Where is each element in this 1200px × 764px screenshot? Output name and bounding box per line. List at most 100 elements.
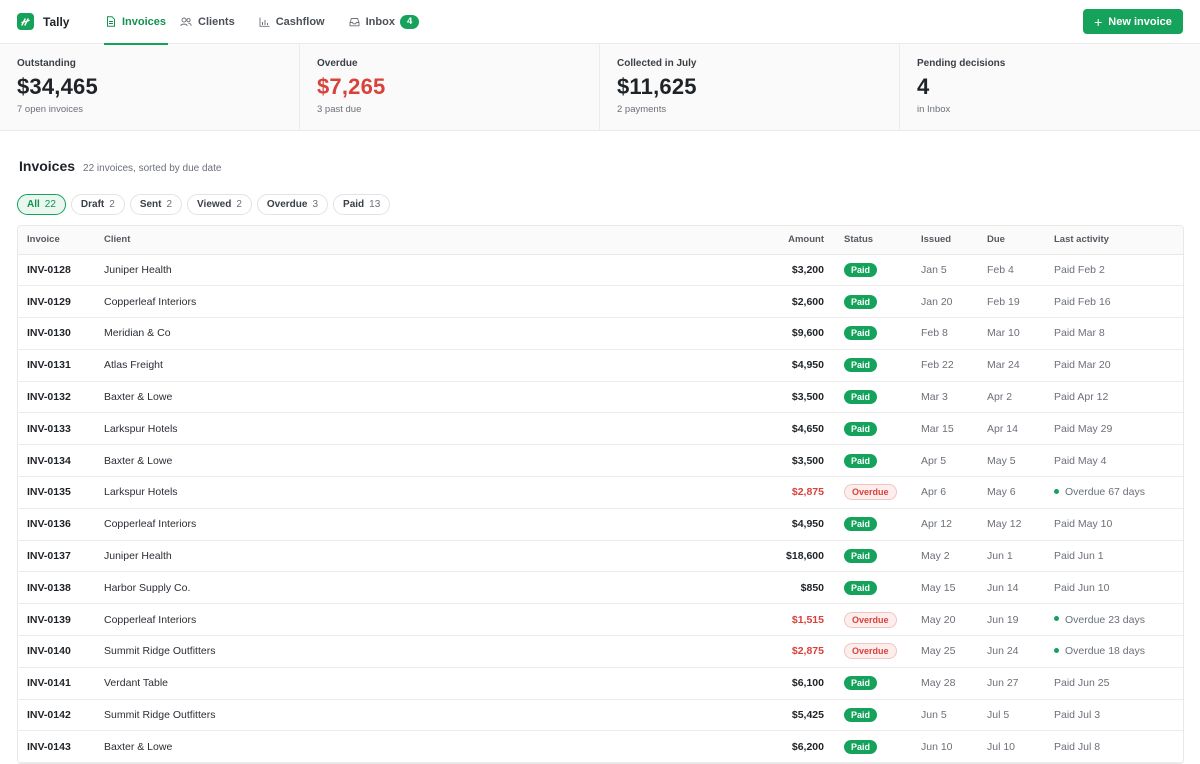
client-name: Summit Ridge Outfitters xyxy=(104,635,704,668)
nav-tab-inbox[interactable]: Inbox 4 xyxy=(347,0,422,44)
invoice-number[interactable]: INV-0141 xyxy=(18,667,104,700)
table-row[interactable]: INV-0133 Larkspur Hotels $4,650 Paid Mar 15 A… xyxy=(18,412,1183,446)
last-activity: Paid Jul 8 xyxy=(1054,740,1101,753)
chip-count: 2 xyxy=(109,199,115,210)
invoice-number[interactable]: INV-0143 xyxy=(18,730,104,764)
table-row[interactable]: INV-0131 Atlas Freight $4,950 Paid Feb 22 Mar… xyxy=(18,349,1183,382)
last-activity: Paid Jun 10 xyxy=(1054,581,1110,594)
stat-subtext: 7 open invoices xyxy=(17,104,84,115)
status-badge: Paid xyxy=(844,421,878,436)
table-row[interactable]: INV-0135 Larkspur Hotels $2,875 Overdue Apr … xyxy=(18,476,1183,509)
last-activity: Paid Jul 3 xyxy=(1054,709,1101,722)
nav-tab-clients[interactable]: Clients xyxy=(178,0,237,44)
status-badge: Paid xyxy=(844,580,878,595)
invoice-number[interactable]: INV-0132 xyxy=(18,381,104,414)
activity-dot-icon xyxy=(1054,648,1059,654)
chip-count: 2 xyxy=(166,199,173,210)
status-badge: Overdue xyxy=(844,611,897,628)
column-header-status[interactable]: Status xyxy=(844,226,921,255)
last-activity-cell: Paid Jul 3 xyxy=(1054,699,1183,732)
invoice-number[interactable]: INV-0140 xyxy=(18,635,104,668)
table-row[interactable]: INV-0132 Baxter & Lowe $3,500 Paid Mar 3 Apr … xyxy=(18,381,1183,414)
table-row[interactable]: INV-0130 Meridian & Co $9,600 Paid Feb 8 Mar … xyxy=(18,317,1183,350)
due-date: Mar 24 xyxy=(987,349,1054,382)
invoice-number[interactable]: INV-0136 xyxy=(18,508,104,541)
column-header-invoice[interactable]: Invoice xyxy=(18,226,104,255)
invoice-number[interactable]: INV-0129 xyxy=(18,285,104,319)
nav-tab-invoices[interactable]: Invoices xyxy=(104,0,169,45)
issued-date: May 2 xyxy=(921,540,987,573)
invoice-amount: $850 xyxy=(704,571,844,605)
last-activity: Paid Mar 8 xyxy=(1054,327,1105,340)
last-activity-cell: Paid Jul 8 xyxy=(1054,730,1183,764)
last-activity-cell: Paid Mar 8 xyxy=(1054,317,1183,350)
status-cell: Overdue xyxy=(844,635,921,668)
brand[interactable]: Tally xyxy=(17,13,103,30)
table-row[interactable]: INV-0128 Juniper Health $3,200 Paid Jan 5 Feb… xyxy=(18,254,1183,287)
issued-date: Apr 12 xyxy=(921,508,987,541)
app-name: Tally xyxy=(43,14,70,29)
invoice-number[interactable]: INV-0133 xyxy=(18,412,104,446)
table-row[interactable]: INV-0134 Baxter & Lowe $3,500 Paid Apr 5 May … xyxy=(18,444,1183,478)
invoice-number[interactable]: INV-0138 xyxy=(18,571,104,605)
filter-chip-sent[interactable]: Sent 2 xyxy=(129,194,183,215)
activity-dot-icon xyxy=(1054,489,1059,495)
last-activity-cell: Overdue 18 days xyxy=(1054,635,1183,668)
stat-collected: Collected in July $11,625 2 payments xyxy=(600,44,900,130)
table-row[interactable]: INV-0137 Juniper Health $18,600 Paid May 2 Ju… xyxy=(18,540,1183,573)
table-row[interactable]: INV-0139 Copperleaf Interiors $1,515 Overdu… xyxy=(18,603,1183,637)
last-activity-cell: Paid Jun 10 xyxy=(1054,571,1183,605)
client-name: Juniper Health xyxy=(104,254,704,287)
invoice-number[interactable]: INV-0134 xyxy=(18,444,104,478)
column-header-client[interactable]: Client xyxy=(104,226,704,255)
new-invoice-button[interactable]: + New invoice xyxy=(1083,9,1183,34)
column-header-due[interactable]: Due xyxy=(987,226,1054,255)
status-badge: Paid xyxy=(844,708,878,723)
table-row[interactable]: INV-0129 Copperleaf Interiors $2,600 Paid Ja… xyxy=(18,285,1183,319)
stat-subtext: 2 payments xyxy=(617,104,667,115)
due-date: Jun 14 xyxy=(987,571,1054,605)
filter-chip-viewed[interactable]: Viewed 2 xyxy=(187,194,252,215)
nav-label: Invoices xyxy=(122,15,167,28)
invoice-amount: $6,200 xyxy=(704,730,844,764)
issued-date: May 15 xyxy=(921,571,987,605)
due-date: May 5 xyxy=(987,444,1054,478)
status-badge: Paid xyxy=(844,676,878,691)
chip-label: Overdue xyxy=(266,199,308,210)
table-row[interactable]: INV-0138 Harbor Supply Co. $850 Paid May 15 J… xyxy=(18,571,1183,605)
invoice-number[interactable]: INV-0137 xyxy=(18,540,104,573)
status-cell: Overdue xyxy=(844,603,921,637)
status-cell: Paid xyxy=(844,254,921,287)
invoice-number[interactable]: INV-0128 xyxy=(18,254,104,287)
filter-chip-paid[interactable]: Paid 13 xyxy=(333,194,391,215)
last-activity: Paid Jun 1 xyxy=(1054,550,1104,563)
chip-label: Paid xyxy=(343,199,365,210)
stat-subtext: in Inbox xyxy=(917,104,951,115)
filter-chip-all[interactable]: All 22 xyxy=(17,194,66,215)
last-activity-cell: Paid May 4 xyxy=(1054,444,1183,478)
column-header-amount[interactable]: Amount xyxy=(704,226,844,255)
invoice-number[interactable]: INV-0139 xyxy=(18,603,104,637)
nav-tab-cashflow[interactable]: Cashflow xyxy=(257,0,327,44)
invoice-number[interactable]: INV-0131 xyxy=(18,349,104,382)
stat-value: $7,265 xyxy=(317,74,386,99)
table-row[interactable]: INV-0136 Copperleaf Interiors $4,950 Paid Ap… xyxy=(18,508,1183,541)
issued-date: Apr 5 xyxy=(921,444,987,478)
invoice-number[interactable]: INV-0130 xyxy=(18,317,104,350)
table-row[interactable]: INV-0142 Summit Ridge Outfitters $5,425 Pai… xyxy=(18,699,1183,732)
status-cell: Paid xyxy=(844,285,921,319)
due-date: Jun 27 xyxy=(987,667,1054,700)
invoice-number[interactable]: INV-0142 xyxy=(18,699,104,732)
due-date: Mar 10 xyxy=(987,317,1054,350)
filter-chip-draft[interactable]: Draft 2 xyxy=(70,194,125,215)
table-row[interactable]: INV-0141 Verdant Table $6,100 Paid May 28 Jun… xyxy=(18,667,1183,700)
column-header-activity[interactable]: Last activity xyxy=(1054,226,1183,255)
chip-label: Sent xyxy=(139,199,162,210)
column-header-issued[interactable]: Issued xyxy=(921,226,987,255)
invoice-number[interactable]: INV-0135 xyxy=(18,476,104,509)
last-activity: Overdue 18 days xyxy=(1065,645,1145,658)
filter-chip-overdue[interactable]: Overdue 3 xyxy=(256,194,329,215)
table-row[interactable]: INV-0143 Baxter & Lowe $6,200 Paid Jun 10 Jul… xyxy=(18,730,1183,764)
status-cell: Paid xyxy=(844,381,921,414)
table-row[interactable]: INV-0140 Summit Ridge Outfitters $2,875 Ove… xyxy=(18,635,1183,668)
